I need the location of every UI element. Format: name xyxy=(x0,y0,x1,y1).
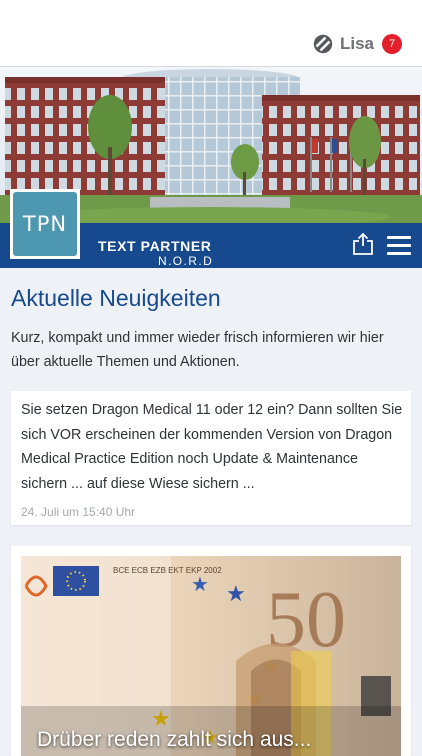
menu-line xyxy=(387,252,411,255)
segmented-circle-icon xyxy=(313,34,333,54)
tpn-logo[interactable]: TPN xyxy=(10,189,80,259)
logo-tile: TPN xyxy=(13,192,77,256)
brand-name: TEXT PARTNER xyxy=(98,238,212,254)
hamburger-menu-icon[interactable] xyxy=(387,236,411,256)
news-card-image[interactable]: BCE ECB EZB EKT EKP 2002 ★ ★ ★ ★ ★ ★ 50 xyxy=(11,546,411,756)
logo-text: TPN xyxy=(22,212,68,236)
menu-line xyxy=(387,244,411,247)
news-card-title[interactable]: Drüber reden zahlt sich aus... xyxy=(37,728,311,752)
news-card-date: 24. Juli um 15:40 Uhr xyxy=(21,505,136,519)
user-menu[interactable]: Lisa 7 xyxy=(313,32,402,56)
menu-line xyxy=(387,236,411,239)
brand-subname: N.O.R.D xyxy=(158,254,214,268)
intro-text: Kurz, kompakt und immer wieder frisch in… xyxy=(11,330,384,370)
svg-text:★: ★ xyxy=(226,581,246,606)
euro-banknote-image[interactable]: BCE ECB EZB EKT EKP 2002 ★ ★ ★ ★ ★ ★ 50 xyxy=(21,556,401,756)
news-card-text[interactable]: Sie setzen Dragon Medical 11 oder 12 ein… xyxy=(21,398,405,496)
user-name[interactable]: Lisa xyxy=(340,34,374,54)
page-title: Aktuelle Neuigkeiten xyxy=(11,285,221,311)
top-bar: Lisa 7 xyxy=(0,0,422,67)
svg-text:★: ★ xyxy=(191,574,209,596)
share-icon[interactable] xyxy=(352,232,374,256)
notification-badge[interactable]: 7 xyxy=(382,34,402,54)
news-card[interactable]: Sie setzen Dragon Medical 11 oder 12 ein… xyxy=(11,391,411,525)
